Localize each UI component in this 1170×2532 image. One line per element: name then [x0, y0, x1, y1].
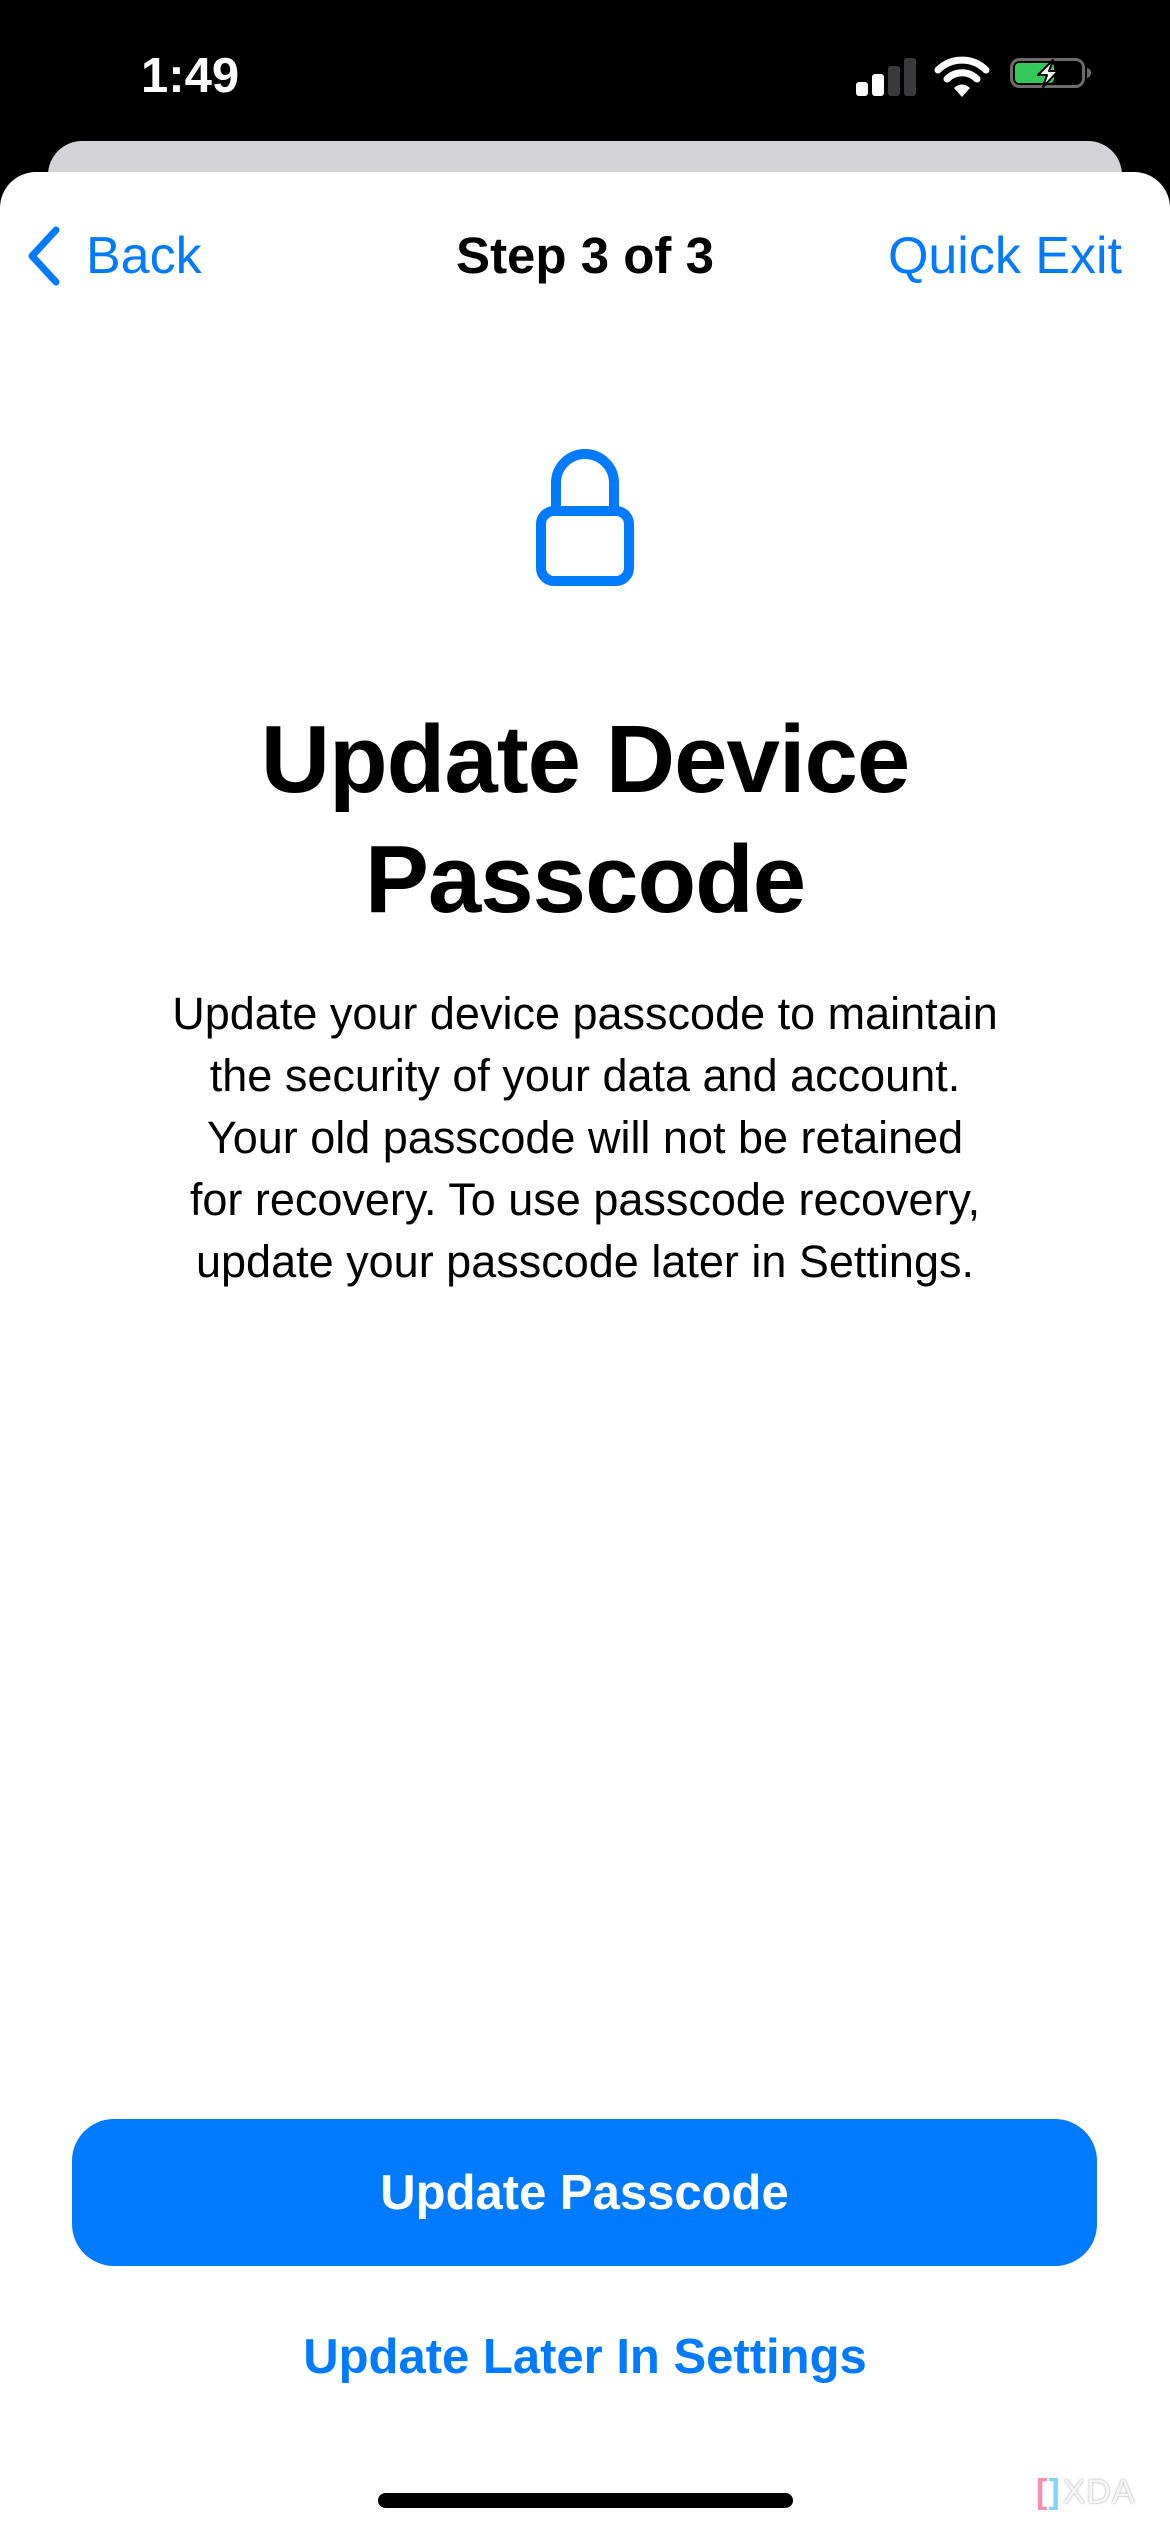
watermark-text: XDA: [1062, 2472, 1136, 2511]
description: Update your device passcode to maintain …: [0, 983, 1170, 1293]
wifi-icon: [934, 56, 990, 98]
description-line: the security of your data and account.: [209, 1050, 961, 1101]
xda-watermark: [ ] XDA: [1036, 2472, 1136, 2511]
description-line: Update your device passcode to maintain: [172, 988, 998, 1039]
page-title-line: Update Device: [260, 706, 911, 813]
quick-exit-button[interactable]: Quick Exit: [888, 222, 1122, 290]
cellular-signal-icon: [856, 58, 916, 96]
signal-bar: [904, 58, 916, 96]
watermark-bracket-right: ]: [1048, 2472, 1061, 2511]
status-time: 1:49: [141, 49, 240, 103]
signal-bar: [888, 66, 900, 96]
description-line: Your old passcode will not be retained: [206, 1112, 964, 1163]
lock-icon: [536, 449, 634, 586]
update-later-button[interactable]: Update Later In Settings: [0, 2322, 1170, 2392]
description-line: update your passcode later in Settings.: [196, 1236, 974, 1287]
home-indicator: [378, 2493, 793, 2508]
signal-bar: [872, 74, 884, 96]
page-title: Update Device Passcode: [0, 700, 1170, 940]
signal-bar: [856, 82, 868, 96]
watermark-bracket-left: [: [1036, 2472, 1049, 2511]
page-title-line: Passcode: [364, 826, 806, 933]
battery-icon: [1010, 58, 1092, 88]
description-line: for recovery. To use passcode recovery,: [189, 1174, 981, 1225]
update-passcode-button[interactable]: Update Passcode: [72, 2119, 1097, 2266]
